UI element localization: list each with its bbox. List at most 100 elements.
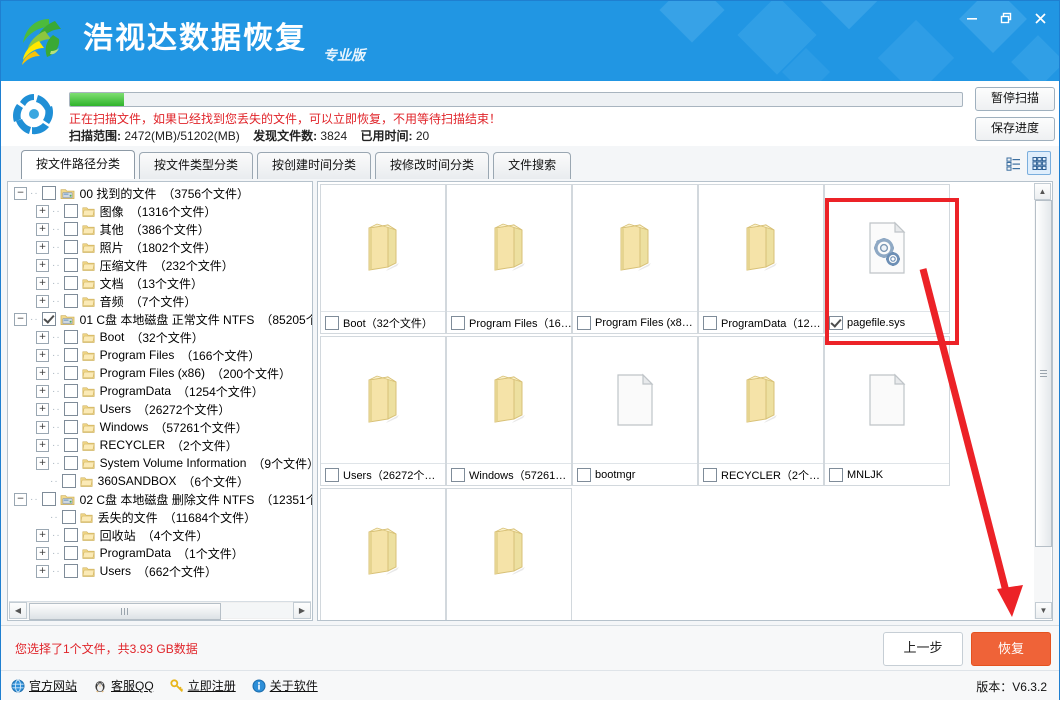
tree-item-checkbox[interactable]: [64, 258, 78, 272]
tree-expander-plus-icon[interactable]: +: [36, 457, 49, 470]
tree-item-21[interactable]: +·· Users （662个文件）: [8, 562, 312, 580]
tree-item-1[interactable]: +·· 图像 （1316个文件）: [8, 202, 312, 220]
tree-expander-plus-icon[interactable]: +: [36, 439, 49, 452]
tree-expander-plus-icon[interactable]: +: [36, 403, 49, 416]
footer-link-3[interactable]: 关于软件: [252, 677, 318, 694]
tree-item-10[interactable]: +·· Program Files (x86) （200个文件）: [8, 364, 312, 382]
tree-hscroll-track[interactable]: [27, 603, 293, 618]
tree-item-checkbox[interactable]: [64, 564, 78, 578]
tab-1[interactable]: 按文件类型分类: [139, 152, 253, 179]
tree-horizontal-scrollbar[interactable]: ◀ ▶: [9, 601, 311, 619]
tree-expander-plus-icon[interactable]: +: [36, 259, 49, 272]
file-tile[interactable]: bootmgr: [572, 336, 698, 486]
tree-item-15[interactable]: +·· System Volume Information （9个文件）: [8, 454, 312, 472]
tree-item-checkbox[interactable]: [64, 546, 78, 560]
close-button[interactable]: [1023, 3, 1057, 33]
footer-link-1[interactable]: 客服QQ: [93, 677, 154, 694]
tree-item-2[interactable]: +·· 其他 （386个文件）: [8, 220, 312, 238]
tree-expander-plus-icon[interactable]: +: [36, 241, 49, 254]
tree-item-checkbox[interactable]: [42, 312, 56, 326]
file-tile[interactable]: pagefile.sys: [824, 184, 950, 334]
tree-item-4[interactable]: +·· 压缩文件 （232个文件）: [8, 256, 312, 274]
tree-item-14[interactable]: +·· RECYCLER （2个文件）: [8, 436, 312, 454]
tree-item-18[interactable]: ·· 丢失的文件 （11684个文件）: [8, 508, 312, 526]
tree-item-5[interactable]: +·· 文档 （13个文件）: [8, 274, 312, 292]
tree-item-17[interactable]: −·· 02 C盘 本地磁盘 删除文件 NTFS （12351个文件: [8, 490, 312, 508]
file-tile-checkbox[interactable]: [703, 468, 717, 482]
tree-expander-plus-icon[interactable]: +: [36, 421, 49, 434]
tree-item-checkbox[interactable]: [62, 474, 76, 488]
file-tile-checkbox[interactable]: [325, 316, 339, 330]
file-tile-checkbox[interactable]: [829, 468, 843, 482]
tree-item-11[interactable]: +·· ProgramData （1254个文件）: [8, 382, 312, 400]
tab-4[interactable]: 文件搜索: [493, 152, 571, 179]
file-tile-checkbox[interactable]: [829, 316, 843, 330]
tree-expander-plus-icon[interactable]: +: [36, 367, 49, 380]
tree-item-checkbox[interactable]: [64, 420, 78, 434]
tree-item-checkbox[interactable]: [64, 204, 78, 218]
tree-expander-plus-icon[interactable]: +: [36, 277, 49, 290]
tree-item-20[interactable]: +·· ProgramData （1个文件）: [8, 544, 312, 562]
tree-item-checkbox[interactable]: [42, 186, 56, 200]
tree-item-checkbox[interactable]: [64, 294, 78, 308]
tree-item-13[interactable]: +·· Windows （57261个文件）: [8, 418, 312, 436]
file-tile-checkbox[interactable]: [325, 468, 339, 482]
tab-3[interactable]: 按修改时间分类: [375, 152, 489, 179]
tree-item-checkbox[interactable]: [64, 348, 78, 362]
save-progress-button[interactable]: 保存进度: [975, 117, 1055, 141]
file-tile[interactable]: [320, 488, 446, 621]
tree-item-16[interactable]: ·· 360SANDBOX （6个文件）: [8, 472, 312, 490]
tree-expander-plus-icon[interactable]: +: [36, 565, 49, 578]
tree-hscroll-thumb[interactable]: [29, 603, 221, 620]
tree-expander-plus-icon[interactable]: +: [36, 331, 49, 344]
tree-item-checkbox[interactable]: [62, 510, 76, 524]
restore-button[interactable]: [989, 3, 1023, 33]
scroll-up-arrow-icon[interactable]: ▲: [1034, 183, 1051, 200]
tree-expander-plus-icon[interactable]: +: [36, 349, 49, 362]
file-tile-checkbox[interactable]: [577, 316, 591, 330]
tree-expander-plus-icon[interactable]: +: [36, 385, 49, 398]
tree-item-3[interactable]: +·· 照片 （1802个文件）: [8, 238, 312, 256]
recover-button[interactable]: 恢复: [971, 632, 1051, 666]
file-tile[interactable]: ProgramData（12…: [698, 184, 824, 334]
tree-expander-plus-icon[interactable]: +: [36, 295, 49, 308]
tree-expander-plus-icon[interactable]: +: [36, 223, 49, 236]
file-tile[interactable]: Program Files (x8…: [572, 184, 698, 334]
scroll-down-arrow-icon[interactable]: ▼: [1035, 602, 1052, 619]
file-tile-checkbox[interactable]: [577, 468, 591, 482]
tree-item-checkbox[interactable]: [64, 402, 78, 416]
pause-scan-button[interactable]: 暂停扫描: [975, 87, 1055, 111]
tree-expander-plus-icon[interactable]: +: [36, 529, 49, 542]
file-grid-vscroll-thumb[interactable]: [1035, 200, 1052, 547]
tab-0[interactable]: 按文件路径分类: [21, 150, 135, 179]
tree-item-checkbox[interactable]: [42, 492, 56, 506]
tree-item-checkbox[interactable]: [64, 456, 78, 470]
file-tile-checkbox[interactable]: [451, 468, 465, 482]
tree-item-checkbox[interactable]: [64, 240, 78, 254]
tree-item-checkbox[interactable]: [64, 438, 78, 452]
minimize-button[interactable]: [955, 3, 989, 33]
previous-step-button[interactable]: 上一步: [883, 632, 963, 666]
file-tile[interactable]: Users（26272个…: [320, 336, 446, 486]
tree-item-checkbox[interactable]: [64, 222, 78, 236]
tree-item-12[interactable]: +·· Users （26272个文件）: [8, 400, 312, 418]
file-tile[interactable]: Windows（57261…: [446, 336, 572, 486]
tree-item-0[interactable]: −·· 00 找到的文件 （3756个文件）: [8, 184, 312, 202]
tree-item-7[interactable]: −·· 01 C盘 本地磁盘 正常文件 NTFS （85205个文件: [8, 310, 312, 328]
tree-item-checkbox[interactable]: [64, 384, 78, 398]
tree-expander-plus-icon[interactable]: +: [36, 547, 49, 560]
file-tile-checkbox[interactable]: [451, 316, 465, 330]
file-tile[interactable]: RECYCLER（2个…: [698, 336, 824, 486]
tree-item-9[interactable]: +·· Program Files （166个文件）: [8, 346, 312, 364]
file-tile[interactable]: Program Files（16…: [446, 184, 572, 334]
tree-item-8[interactable]: +·· Boot （32个文件）: [8, 328, 312, 346]
file-tile-checkbox[interactable]: [703, 316, 717, 330]
scroll-left-arrow-icon[interactable]: ◀: [9, 602, 27, 619]
grid-view-button[interactable]: [1027, 151, 1051, 175]
tab-2[interactable]: 按创建时间分类: [257, 152, 371, 179]
tree-item-checkbox[interactable]: [64, 366, 78, 380]
tree-item-19[interactable]: +·· 回收站 （4个文件）: [8, 526, 312, 544]
scroll-right-arrow-icon[interactable]: ▶: [293, 602, 311, 619]
tree-expander-minus-icon[interactable]: −: [14, 313, 27, 326]
tree-expander-minus-icon[interactable]: −: [14, 493, 27, 506]
